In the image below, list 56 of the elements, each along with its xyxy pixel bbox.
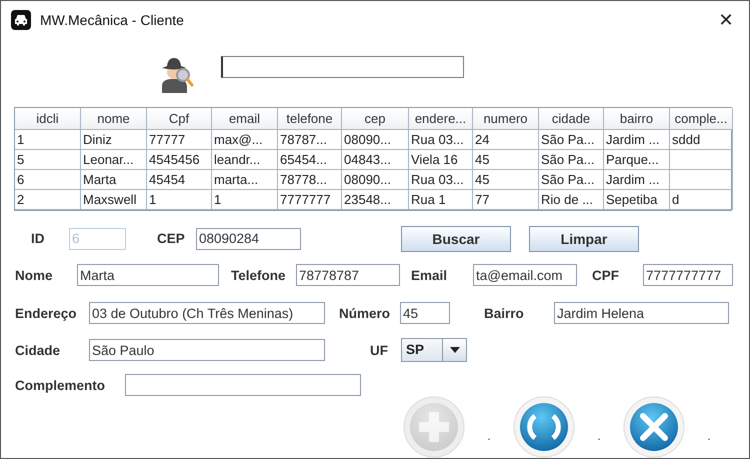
field-label: Complemento xyxy=(15,378,106,392)
text-field[interactable]: 45 xyxy=(400,302,450,324)
column-header[interactable]: comple... xyxy=(670,108,733,130)
field-label: Endereço xyxy=(15,306,78,320)
column-header[interactable]: cidade xyxy=(539,108,604,130)
field-label: CEP xyxy=(157,231,186,246)
window-title: MW.Mecânica - Cliente xyxy=(40,12,185,28)
field-label: ID xyxy=(31,231,46,246)
uf-dropdown[interactable]: SP xyxy=(401,338,467,362)
table-cell: Rua 1 xyxy=(409,190,473,210)
table-cell: 1 xyxy=(147,190,212,210)
column-header[interactable]: cep xyxy=(342,108,409,130)
field-label: Cidade xyxy=(15,342,62,358)
clear-button[interactable]: Limpar xyxy=(529,226,639,252)
text-field[interactable]: Marta xyxy=(77,264,219,286)
text-field[interactable]: 08090284 xyxy=(196,228,301,250)
field-label: Bairro xyxy=(484,306,525,320)
column-header[interactable]: telefone xyxy=(278,108,342,130)
field-label: CPF xyxy=(592,268,620,282)
text-field[interactable]: ta@email.com xyxy=(473,264,577,286)
dot-label: . xyxy=(706,429,712,443)
table-cell: 77 xyxy=(473,190,539,210)
search-button[interactable]: Buscar xyxy=(401,226,511,252)
table-cell: Rio de ... xyxy=(539,190,604,210)
table-cell: Sepetiba xyxy=(604,190,670,210)
table-cell: d xyxy=(670,190,733,210)
car-icon xyxy=(11,10,31,30)
column-header[interactable]: Cpf xyxy=(147,108,212,130)
close-button[interactable] xyxy=(621,394,687,458)
table-cell: 23548... xyxy=(342,190,409,210)
column-header[interactable]: email xyxy=(212,108,278,130)
field-label: Nome xyxy=(15,268,54,282)
search-field[interactable] xyxy=(221,56,464,78)
field-label: Número xyxy=(339,306,392,320)
text-field[interactable] xyxy=(125,374,361,396)
field-label: Email xyxy=(411,268,448,282)
column-header[interactable]: bairro xyxy=(604,108,670,130)
refresh-button[interactable] xyxy=(511,394,577,458)
text-field[interactable]: 78778787 xyxy=(296,264,400,286)
table-cell: 1 xyxy=(212,190,278,210)
text-field[interactable]: 7777777777 xyxy=(643,264,733,286)
field-label: Telefone xyxy=(231,268,287,282)
table-cell: 7777777 xyxy=(278,190,342,210)
column-header[interactable]: numero xyxy=(473,108,539,130)
table-cell: 2 xyxy=(15,190,81,210)
table-cell: Maxswell xyxy=(81,190,147,210)
column-header[interactable]: endere... xyxy=(409,108,473,130)
close-button[interactable]: ✕ xyxy=(703,1,749,39)
text-field[interactable]: Jardim Helena xyxy=(554,302,729,324)
dot-label: . xyxy=(486,429,492,443)
field-label: UF xyxy=(370,342,389,358)
dot-label: . xyxy=(596,429,602,443)
text-field[interactable]: 03 de Outubro (Ch Três Meninas) xyxy=(89,302,325,324)
text-field[interactable]: São Paulo xyxy=(89,339,325,361)
column-header[interactable]: idcli xyxy=(15,108,81,130)
column-header[interactable]: nome xyxy=(81,108,147,130)
